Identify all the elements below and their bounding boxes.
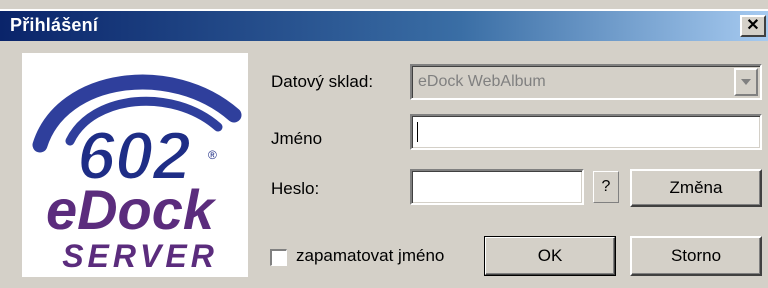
registered-mark: ®: [208, 148, 217, 162]
password-label: Heslo:: [271, 179, 320, 198]
cancel-label: Storno: [670, 246, 722, 265]
password-input[interactable]: [410, 169, 584, 205]
text-caret: [417, 122, 418, 142]
window-title: Přihlášení: [10, 15, 99, 35]
title-bar[interactable]: Přihlášení ✕: [0, 9, 768, 41]
password-help-button[interactable]: ?: [593, 171, 619, 203]
close-button[interactable]: ✕: [740, 15, 766, 37]
change-password-button[interactable]: Změna: [630, 169, 762, 207]
edock-logo-graphic: 602 ® eDock SERVER: [32, 74, 242, 274]
remember-name-label[interactable]: zapamatovat jméno: [296, 246, 444, 266]
cancel-button[interactable]: Storno: [630, 236, 762, 276]
data-store-label: Datový sklad:: [271, 72, 374, 91]
change-label: Změna: [669, 178, 723, 197]
data-store-select[interactable]: eDock WebAlbum: [410, 64, 762, 100]
data-store-value: eDock WebAlbum: [418, 73, 546, 90]
ok-label: OK: [537, 246, 563, 265]
username-input[interactable]: [410, 114, 762, 150]
dropdown-button[interactable]: [734, 68, 758, 96]
login-dialog: Přihlášení ✕ 602 ® eDock SERVER Datový s…: [0, 0, 768, 288]
username-label: Jméno: [271, 129, 323, 148]
logo-product: eDock: [46, 178, 217, 241]
remember-name-checkbox[interactable]: [270, 249, 287, 266]
logo-tagline: SERVER: [62, 238, 218, 274]
product-logo: 602 ® eDock SERVER: [22, 53, 248, 277]
chevron-down-icon: [741, 79, 751, 85]
help-label: ?: [601, 178, 611, 195]
close-icon: ✕: [746, 17, 760, 34]
ok-button[interactable]: OK: [484, 236, 616, 276]
